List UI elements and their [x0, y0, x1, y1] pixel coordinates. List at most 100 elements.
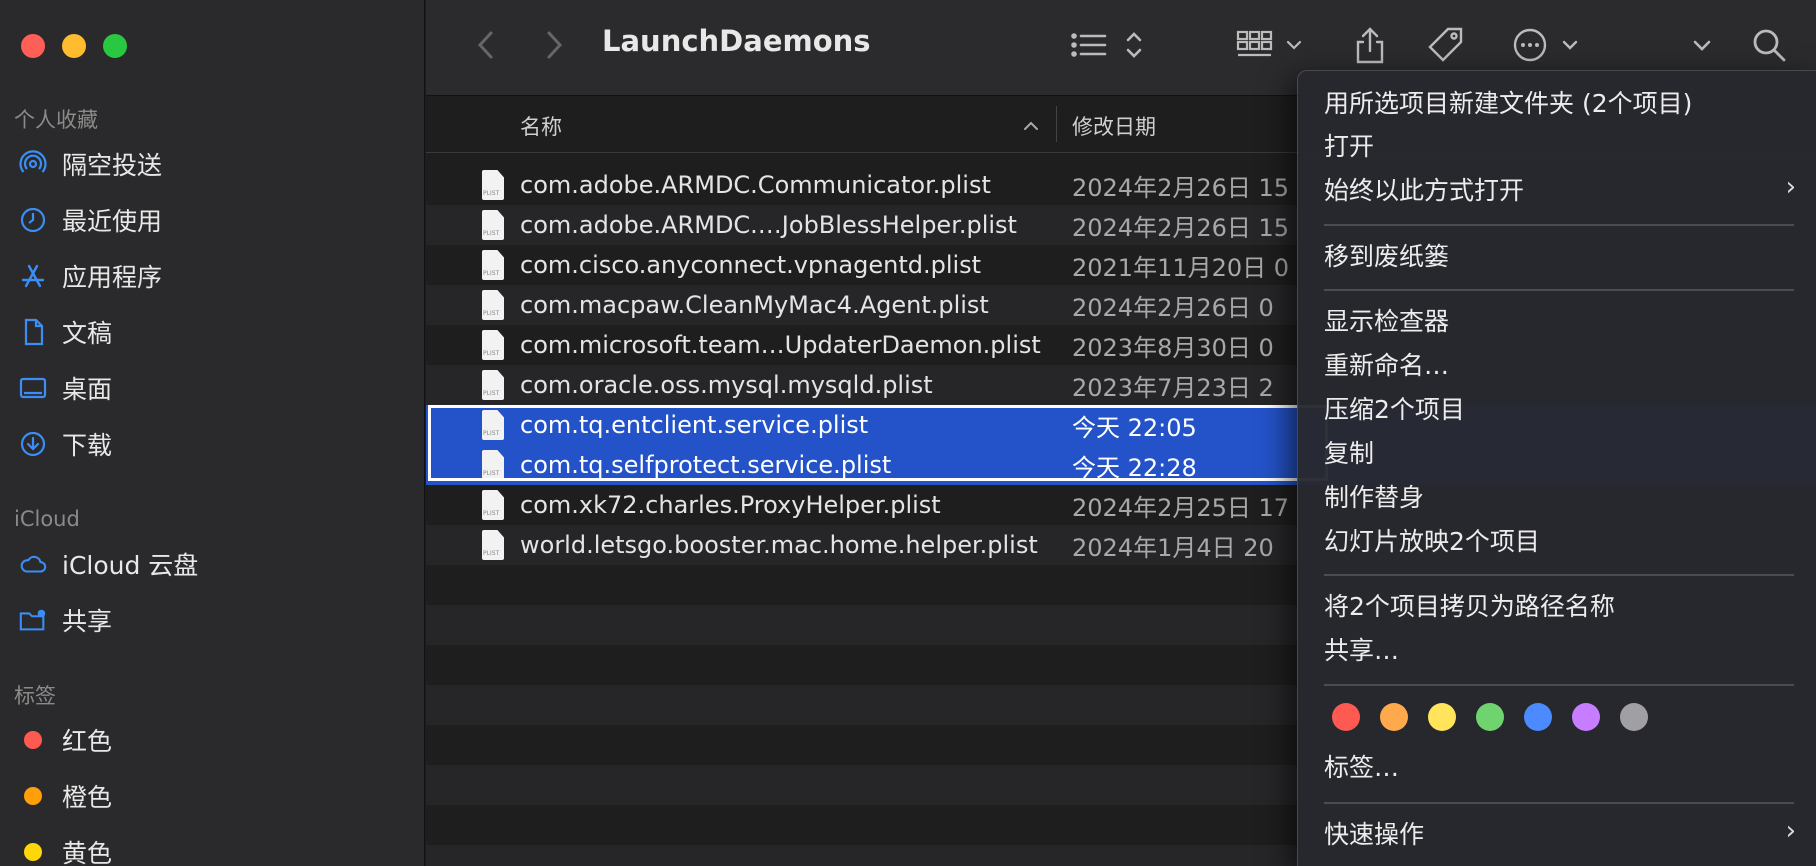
menu-item-tags[interactable]: 标签… — [1324, 749, 1399, 787]
sidebar-item-documents[interactable]: 文稿 — [18, 309, 112, 355]
plist-file-icon — [482, 370, 504, 400]
tag-icon — [1428, 27, 1463, 62]
search-icon — [1753, 29, 1786, 62]
file-name: world.letsgo.booster.mac.home.helper.pli… — [520, 531, 1038, 559]
plist-file-icon — [482, 330, 504, 360]
menu-item-make-alias[interactable]: 制作替身 — [1324, 479, 1424, 517]
tag-color-gray[interactable] — [1620, 703, 1648, 731]
view-list-button[interactable] — [1070, 22, 1150, 68]
menu-item-new-folder-with-selection[interactable]: 用所选项目新建文件夹 (2个项目) — [1324, 85, 1692, 123]
sidebar-item-label: 文稿 — [62, 319, 113, 348]
tag-color-orange[interactable] — [1380, 703, 1408, 731]
file-name: com.microsoft.team…UpdaterDaemon.plist — [520, 331, 1041, 359]
file-date: 今天 22:28 — [1072, 453, 1197, 482]
plist-file-icon — [482, 250, 504, 280]
tags-section-label: 标签 — [14, 684, 56, 708]
menu-separator — [1324, 289, 1794, 291]
sidebar-item-icloud-drive[interactable]: iCloud 云盘 — [18, 541, 198, 587]
menu-item-compress[interactable]: 压缩2个项目 — [1324, 391, 1465, 429]
group-button[interactable] — [1236, 22, 1316, 68]
plist-file-icon — [482, 290, 504, 320]
back-button[interactable] — [466, 22, 506, 68]
sidebar-tag-orange[interactable]: 橙色 — [18, 773, 112, 819]
file-name: com.adobe.ARMDC.…JobBlessHelper.plist — [520, 211, 1017, 239]
menu-item-open-with[interactable]: 始终以此方式打开 — [1324, 172, 1524, 210]
file-date: 2024年1月4日 20 — [1072, 533, 1274, 562]
tag-color-picker — [1332, 703, 1648, 731]
menu-item-copy-as-pathname[interactable]: 将2个项目拷贝为路径名称 — [1324, 588, 1615, 626]
menu-item-slideshow[interactable]: 幻灯片放映2个项目 — [1324, 523, 1540, 561]
close-window-button[interactable] — [21, 34, 45, 58]
menu-item-copy[interactable]: 复制 — [1324, 435, 1374, 473]
sidebar-item-label: 黄色 — [62, 839, 113, 866]
tag-color-blue[interactable] — [1524, 703, 1552, 731]
menu-item-show-inspector[interactable]: 显示检查器 — [1324, 303, 1449, 341]
shared-folder-icon — [18, 605, 48, 635]
column-date-header[interactable]: 修改日期 — [1072, 111, 1156, 141]
red-tag-dot-icon — [24, 731, 42, 749]
sidebar-tag-red[interactable]: 红色 — [18, 717, 112, 763]
sidebar-item-label: 隔空投送 — [62, 151, 163, 180]
sidebar-item-applications[interactable]: 应用程序 — [18, 253, 162, 299]
sidebar-tag-yellow[interactable]: 黄色 — [18, 829, 112, 866]
sidebar-item-label: 最近使用 — [62, 207, 163, 236]
tag-color-green[interactable] — [1476, 703, 1504, 731]
clock-icon — [18, 205, 48, 235]
file-name: com.macpaw.CleanMyMac4.Agent.plist — [520, 291, 989, 319]
file-date: 2023年8月30日 0 — [1072, 333, 1274, 362]
menu-item-rename[interactable]: 重新命名… — [1324, 347, 1449, 385]
sidebar-item-label: iCloud 云盘 — [62, 551, 199, 580]
menu-item-open[interactable]: 打开 — [1324, 128, 1374, 166]
tag-button[interactable] — [1424, 22, 1468, 68]
menu-item-quick-actions[interactable]: 快速操作 — [1324, 816, 1424, 854]
file-date: 2021年11月20日 0 — [1072, 253, 1290, 282]
sidebar-item-recents[interactable]: 最近使用 — [18, 197, 162, 243]
document-icon — [18, 317, 48, 347]
file-date: 今天 22:05 — [1072, 413, 1197, 442]
column-name-header[interactable]: 名称 — [520, 111, 562, 141]
action-button[interactable] — [1512, 22, 1592, 68]
tag-color-yellow[interactable] — [1428, 703, 1456, 731]
tag-color-purple[interactable] — [1572, 703, 1600, 731]
sidebar-item-label: 共享 — [62, 607, 113, 636]
sidebar-item-shared[interactable]: 共享 — [18, 597, 112, 643]
zoom-window-button[interactable] — [103, 34, 127, 58]
forward-button[interactable] — [534, 22, 574, 68]
menu-separator — [1324, 684, 1794, 686]
sidebar-item-label: 橙色 — [62, 783, 113, 812]
menu-separator — [1324, 224, 1794, 226]
search-button[interactable] — [1746, 22, 1792, 68]
file-name: com.cisco.anyconnect.vpnagentd.plist — [520, 251, 982, 279]
more-toolbar-button[interactable] — [1682, 22, 1722, 68]
sidebar: 个人收藏 隔空投送 最近使用 应用程序 文稿 桌面 下载 iCloud iClo… — [0, 0, 425, 866]
desktop-icon — [18, 373, 48, 403]
file-name: com.xk72.charles.ProxyHelper.plist — [520, 491, 941, 519]
cloud-icon — [18, 549, 48, 579]
sidebar-item-airdrop[interactable]: 隔空投送 — [18, 141, 162, 187]
window-controls — [21, 34, 127, 58]
menu-separator — [1324, 574, 1794, 576]
file-date: 2023年7月23日 2 — [1072, 373, 1274, 402]
minimize-window-button[interactable] — [62, 34, 86, 58]
menu-item-move-to-trash[interactable]: 移到废纸篓 — [1324, 238, 1449, 276]
file-date: 2024年2月26日 15 — [1072, 213, 1290, 242]
menu-item-share[interactable]: 共享… — [1324, 632, 1399, 670]
file-name: com.adobe.ARMDC.Communicator.plist — [520, 171, 991, 199]
sort-ascending-chevron-icon[interactable] — [1022, 119, 1040, 131]
favorites-section-label: 个人收藏 — [14, 108, 98, 132]
sidebar-item-label: 应用程序 — [62, 263, 163, 292]
sidebar-item-desktop[interactable]: 桌面 — [18, 365, 112, 411]
chevron-right-icon — [547, 31, 563, 59]
tag-color-red[interactable] — [1332, 703, 1360, 731]
sidebar-item-label: 桌面 — [62, 375, 113, 404]
file-name: com.tq.selfprotect.service.plist — [520, 451, 892, 479]
sidebar-item-downloads[interactable]: 下载 — [18, 421, 112, 467]
column-divider[interactable] — [1056, 106, 1057, 142]
list-view-icon — [1071, 32, 1142, 58]
icloud-section-label: iCloud — [14, 507, 80, 531]
share-button[interactable] — [1350, 22, 1390, 68]
sidebar-item-label: 红色 — [62, 727, 113, 756]
chevron-left-icon — [477, 31, 493, 59]
plist-file-icon — [482, 530, 504, 560]
submenu-chevron-icon: › — [1785, 172, 1796, 202]
